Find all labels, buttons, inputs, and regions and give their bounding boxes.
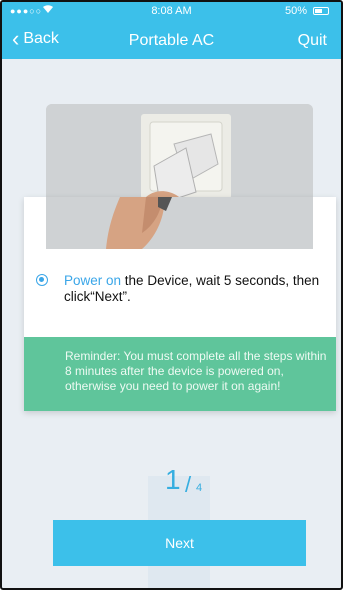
step-separator: / xyxy=(185,472,192,497)
app-header: ●●●○○ 8:08 AM 50% ‹ Back Portable AC Qui… xyxy=(2,2,341,59)
page-title: Portable AC xyxy=(128,32,215,49)
next-button[interactable]: Next xyxy=(53,520,306,566)
reminder-banner: Reminder: You must complete all the step… xyxy=(24,337,336,411)
step-total: 4 xyxy=(196,482,203,494)
step-highlight: Power on xyxy=(64,273,122,288)
app-screen: ●●●○○ 8:08 AM 50% ‹ Back Portable AC Qui… xyxy=(0,0,343,590)
step-current: 1 xyxy=(165,464,181,495)
reminder-text: Reminder: You must complete all the step… xyxy=(65,349,327,393)
radio-selected-icon xyxy=(36,274,48,286)
illustration-overlap xyxy=(46,197,313,249)
status-bar: ●●●○○ 8:08 AM 50% xyxy=(2,2,341,20)
step-instruction: Power on the Device, wait 5 seconds, the… xyxy=(36,273,326,305)
battery-percent: 50% xyxy=(284,5,307,17)
step-progress: 1 / 4 xyxy=(2,464,341,588)
step-text: Power on the Device, wait 5 seconds, the… xyxy=(64,273,326,305)
quit-button[interactable]: Quit xyxy=(298,32,327,50)
battery-icon xyxy=(313,7,329,15)
